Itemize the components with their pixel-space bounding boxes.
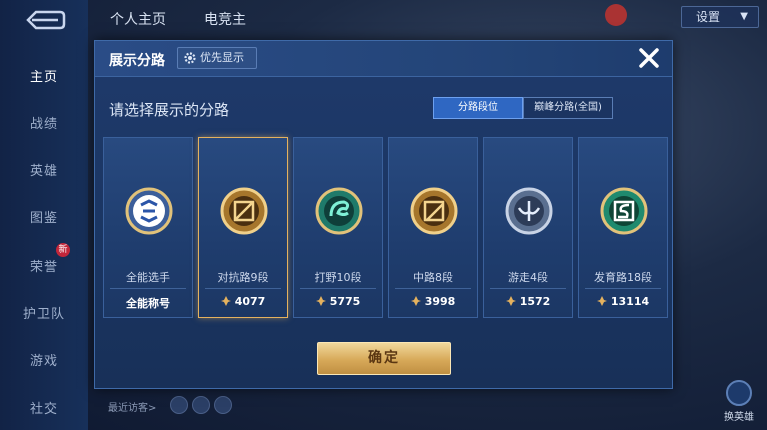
jungle-emblem-icon — [315, 187, 363, 235]
lane-card-clash[interactable]: 对抗路9段 4077 — [198, 137, 288, 318]
lane-score-text: 1572 — [519, 295, 551, 308]
lane-score: 13114 — [579, 295, 667, 308]
sidebar-item-social[interactable]: 社交 — [0, 398, 88, 417]
lane-score: 全能称号 — [104, 295, 192, 311]
rank-icon — [315, 296, 326, 306]
lane-score: 1572 — [484, 295, 572, 308]
visitor-avatar[interactable] — [192, 396, 210, 414]
divider — [395, 288, 471, 289]
rank-icon — [220, 296, 231, 306]
sidebar-item-guard[interactable]: 护卫队 — [0, 303, 88, 322]
lane-card-all-round[interactable]: 全能选手 全能称号 — [103, 137, 193, 318]
priority-label: 优先显示 — [200, 51, 244, 64]
lane-score-text: 全能称号 — [126, 297, 170, 310]
chevron-down-icon: ▼ — [740, 11, 748, 22]
lane-display-dialog: 展示分路 优先显示 请选择展示的分路 分路段位 巅峰分路(全国) 全能选手 全能… — [94, 40, 673, 389]
lane-score: 3998 — [389, 295, 477, 308]
switch-hero-icon — [726, 380, 752, 406]
confirm-button[interactable]: 确定 — [317, 342, 451, 375]
lane-card-jungle[interactable]: 打野10段 5775 — [293, 137, 383, 318]
roam-emblem-icon — [505, 187, 553, 235]
dialog-subtitle: 请选择展示的分路 — [109, 101, 230, 119]
lane-name: 发育路18段 — [594, 271, 652, 284]
clash-lane-emblem-icon — [220, 187, 268, 235]
lane-card-farm[interactable]: 发育路18段 13114 — [578, 137, 668, 318]
mid-lane-emblem-icon — [410, 187, 458, 235]
switch-hero-button[interactable]: 换英雄 — [721, 380, 757, 426]
lane-card-mid[interactable]: 中路8段 3998 — [388, 137, 478, 318]
lane-score-text: 4077 — [234, 295, 266, 308]
sidebar: 主页 战绩 英雄 图鉴 新 荣誉 护卫队 游戏 社交 — [0, 0, 88, 430]
settings-label: 设置 — [696, 10, 721, 24]
tab-profile[interactable]: 个人主页 — [110, 9, 166, 29]
lane-score: 5775 — [294, 295, 382, 308]
rank-icon — [505, 296, 516, 306]
lane-name: 全能选手 — [126, 271, 170, 284]
lane-score-text: 13114 — [610, 295, 650, 308]
dialog-header: 展示分路 优先显示 — [95, 41, 672, 77]
back-icon[interactable] — [22, 8, 66, 32]
top-bar: 个人主页 电竞主 设置 ▼ — [88, 0, 767, 36]
divider — [205, 288, 281, 289]
sidebar-item-heroes[interactable]: 英雄 — [0, 160, 88, 179]
sidebar-item-record[interactable]: 战绩 — [0, 113, 88, 132]
recent-visitors[interactable]: 最近访客> — [108, 399, 156, 414]
sidebar-item-home[interactable]: 主页 — [0, 66, 88, 85]
lane-score-text: 5775 — [329, 295, 361, 308]
sidebar-item-games[interactable]: 游戏 — [0, 350, 88, 369]
all-round-emblem-icon — [125, 187, 173, 235]
farm-lane-emblem-icon — [600, 187, 648, 235]
lane-name: 打野10段 — [314, 271, 362, 284]
lane-score: 4077 — [199, 295, 287, 308]
sidebar-item-codex[interactable]: 图鉴 — [0, 207, 88, 226]
divider — [585, 288, 661, 289]
rank-icon — [410, 296, 421, 306]
settings-button[interactable]: 设置 ▼ — [681, 6, 759, 28]
tab-lane-rank[interactable]: 分路段位 — [433, 97, 523, 119]
dialog-title: 展示分路 — [109, 53, 165, 69]
divider — [110, 288, 186, 289]
sidebar-item-honor[interactable]: 荣誉 — [0, 256, 88, 275]
divider — [490, 288, 566, 289]
lane-name: 中路8段 — [413, 271, 453, 284]
visitor-avatar[interactable] — [214, 396, 232, 414]
lane-name: 游走4段 — [508, 271, 548, 284]
tab-peak-lane[interactable]: 巅峰分路(全国) — [523, 97, 613, 119]
tab-esports[interactable]: 电竞主 — [204, 9, 246, 29]
close-icon[interactable] — [636, 45, 662, 71]
rank-icon — [596, 296, 607, 306]
lane-score-text: 3998 — [424, 295, 456, 308]
gear-icon — [184, 52, 196, 64]
top-avatar[interactable] — [605, 4, 627, 26]
new-badge: 新 — [56, 243, 70, 257]
visitor-avatar[interactable] — [170, 396, 188, 414]
switch-hero-label: 换英雄 — [724, 412, 754, 423]
lane-card-roam[interactable]: 游走4段 1572 — [483, 137, 573, 318]
lane-name: 对抗路9段 — [217, 271, 269, 284]
priority-display-button[interactable]: 优先显示 — [177, 47, 257, 69]
divider — [300, 288, 376, 289]
